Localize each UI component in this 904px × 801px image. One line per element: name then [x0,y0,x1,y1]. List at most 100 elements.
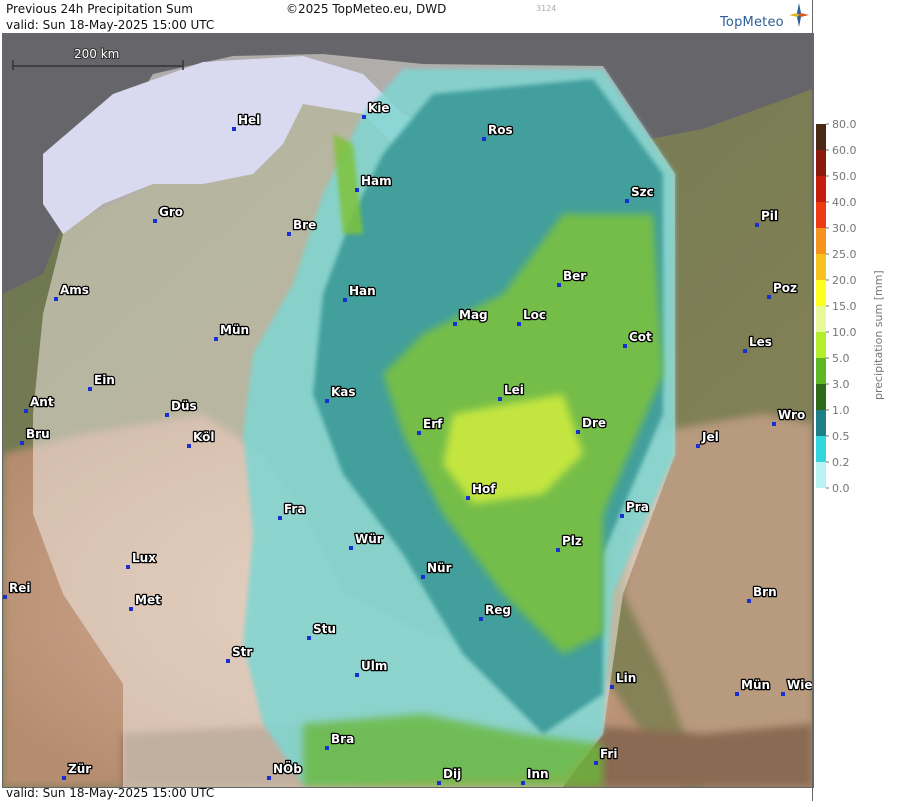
city-dot [355,188,359,192]
city-dot [479,617,483,621]
legend-tick-label: 10.0 [832,326,857,339]
city-dot [226,659,230,663]
legend-tick-label: 40.0 [832,196,857,209]
legend-tick-label: 0.2 [832,456,850,469]
topmeteo-logo[interactable]: TopMeteo [719,3,811,33]
city-label: Wro [778,408,805,422]
city-dot [278,516,282,520]
compass-star-icon [789,3,809,27]
city-label: Ams [60,283,89,297]
city-label: NÖb [273,761,302,776]
city-dot [214,337,218,341]
precipitation-map[interactable]: 200 km Kie Hel Ros Ham Szc Gro Bre Pil Ber Ams Han… [2,33,814,788]
product-code: 3124 [536,4,557,13]
legend-tick-label: 0.5 [832,430,850,443]
city-label: Kie [368,101,390,115]
city-label: Mün [741,678,770,692]
city-label: Lux [132,551,156,565]
city-label: Poz [773,281,797,295]
logo-text: TopMeteo [720,15,784,30]
city-label: Hel [238,113,260,127]
city-dot [88,387,92,391]
legend-band [816,462,826,488]
city-dot [767,295,771,299]
panel-divider [812,0,813,801]
legend-band [816,410,826,436]
city-dot [54,297,58,301]
legend-band [816,228,826,254]
legend-tick-label: 5.0 [832,352,850,365]
legend-tick-label: 1.0 [832,404,850,417]
city-label: Mün [220,323,249,337]
city-dot [355,673,359,677]
city-dot [165,413,169,417]
city-label: Dij [443,767,461,781]
city-dot [343,298,347,302]
city-dot [129,607,133,611]
city-dot [517,322,521,326]
city-dot [421,575,425,579]
city-dot [696,444,700,448]
copyright-notice: ©2025 TopMeteo.eu, DWD [286,2,447,16]
legend-tick-label: 15.0 [832,300,857,313]
city-label: Reg [485,603,511,617]
city-label: Pil [761,209,778,223]
city-dot [521,781,525,785]
precipitation-legend: 80.0 60.0 50.0 40.0 30.0 25.0 20.0 15.0 10.0 5.0 3… [814,118,904,498]
city-label: Loc [523,308,546,322]
legend-tick-labels: 80.0 60.0 50.0 40.0 30.0 25.0 20.0 15.0 10.0 5.0 3… [826,118,857,495]
city-dot [62,776,66,780]
city-label: Str [232,645,252,659]
city-dot [623,344,627,348]
city-label: Ber [563,269,586,283]
city-label: Wür [355,532,383,546]
legend-band [816,332,826,358]
city-dot [620,514,624,518]
city-label: Inn [527,767,549,781]
city-label: Fri [600,747,617,761]
city-dot [781,692,785,696]
map-title: Previous 24h Precipitation Sum [6,2,193,16]
city-label: Stu [313,622,336,636]
city-label: Brn [753,585,777,599]
legend-band [816,436,826,462]
city-label: Met [135,593,161,607]
legend-tick-label: 60.0 [832,144,857,157]
city-label: Ein [94,373,115,387]
city-dot [307,636,311,640]
city-label: Les [749,335,772,349]
city-dot [24,409,28,413]
city-dot [576,430,580,434]
city-dot [556,548,560,552]
city-dot [557,283,561,287]
legend-tick-label: 25.0 [832,248,857,261]
city-dot [187,444,191,448]
city-label: Bra [331,732,354,746]
city-label: Dre [582,416,606,430]
city-dot [349,546,353,550]
city-label: Plz [562,534,582,548]
city-dot [325,399,329,403]
legend-title: precipitation sum [mm] [872,270,885,400]
map-header: Previous 24h Precipitation Sum valid: Su… [6,1,214,33]
city-label: Lin [616,671,636,685]
legend-band [816,176,826,202]
city-label: Zür [68,762,91,776]
city-dot [482,137,486,141]
city-dot [755,223,759,227]
city-label: Nür [427,561,452,575]
legend-color-scale [816,124,826,488]
city-dot [466,496,470,500]
city-label: Cot [629,330,652,344]
city-dot [287,232,291,236]
legend-band [816,306,826,332]
city-label: Hof [472,482,496,496]
legend-tick-label: 0.0 [832,482,850,495]
city-label: Wie [787,678,813,692]
city-dot [610,685,614,689]
legend-band [816,384,826,410]
legend-band [816,202,826,228]
legend-band [816,124,826,150]
legend-tick-label: 20.0 [832,274,857,287]
city-dot [594,761,598,765]
